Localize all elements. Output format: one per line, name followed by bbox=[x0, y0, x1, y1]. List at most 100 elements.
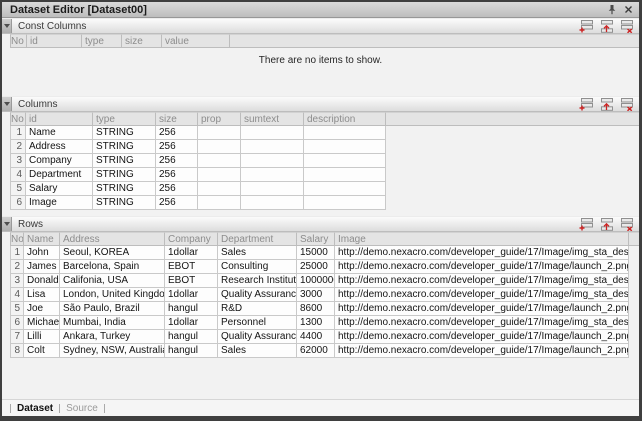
cell[interactable]: Ankara, Turkey bbox=[60, 330, 165, 344]
cell[interactable]: 1 bbox=[10, 126, 26, 140]
cell[interactable]: http://demo.nexacro.com/developer_guide/… bbox=[335, 344, 629, 358]
cell[interactable]: John bbox=[24, 246, 60, 260]
cell[interactable]: 256 bbox=[156, 126, 198, 140]
cell[interactable]: São Paulo, Brazil bbox=[60, 302, 165, 316]
cell[interactable] bbox=[304, 154, 386, 168]
column-header-size[interactable]: size bbox=[156, 112, 198, 126]
cell[interactable]: STRING bbox=[93, 168, 156, 182]
table-row[interactable]: 1NameSTRING256 bbox=[10, 126, 639, 140]
cell[interactable] bbox=[198, 182, 241, 196]
column-header-address[interactable]: Address bbox=[60, 232, 165, 246]
table-row[interactable]: 5SalarySTRING256 bbox=[10, 182, 639, 196]
cell[interactable]: http://demo.nexacro.com/developer_guide/… bbox=[335, 302, 629, 316]
cell[interactable]: EBOT bbox=[165, 274, 218, 288]
column-header-no[interactable]: No bbox=[10, 112, 26, 126]
table-row[interactable]: 7LilliAnkara, TurkeyhangulQuality Assura… bbox=[10, 330, 639, 344]
table-row[interactable]: 4LisaLondon, United Kingdom1dollarQualit… bbox=[10, 288, 639, 302]
cell[interactable] bbox=[241, 196, 304, 210]
cell[interactable] bbox=[241, 140, 304, 154]
cell[interactable]: 3 bbox=[10, 154, 26, 168]
column-header-image[interactable]: Image bbox=[335, 232, 629, 246]
cell[interactable]: Address bbox=[26, 140, 93, 154]
cell[interactable]: 25000 bbox=[297, 260, 335, 274]
cell[interactable]: 1 bbox=[10, 246, 24, 260]
add-row-icon[interactable] bbox=[578, 19, 593, 33]
cell[interactable]: Quality Assurance bbox=[218, 288, 297, 302]
cell[interactable]: 6 bbox=[10, 316, 24, 330]
cell[interactable]: Consulting bbox=[218, 260, 297, 274]
cell[interactable]: http://demo.nexacro.com/developer_guide/… bbox=[335, 260, 629, 274]
cell[interactable]: 5 bbox=[10, 302, 24, 316]
cell[interactable]: 6 bbox=[10, 196, 26, 210]
insert-row-icon[interactable] bbox=[598, 217, 613, 231]
table-row[interactable]: 3CompanySTRING256 bbox=[10, 154, 639, 168]
cell[interactable] bbox=[198, 168, 241, 182]
cell[interactable]: Company bbox=[26, 154, 93, 168]
cell[interactable]: Colt bbox=[24, 344, 60, 358]
cell[interactable]: Donald bbox=[24, 274, 60, 288]
tab-source[interactable]: Source bbox=[66, 403, 98, 414]
cell[interactable]: 3 bbox=[10, 274, 24, 288]
cell[interactable]: Sales bbox=[218, 246, 297, 260]
cell[interactable]: 7 bbox=[10, 330, 24, 344]
cell[interactable]: Quality Assurance bbox=[218, 330, 297, 344]
collapse-columns-button[interactable] bbox=[2, 97, 12, 111]
cell[interactable]: 5 bbox=[10, 182, 26, 196]
tab-dataset[interactable]: Dataset bbox=[17, 403, 53, 414]
cell[interactable] bbox=[198, 154, 241, 168]
cell[interactable]: Lilli bbox=[24, 330, 60, 344]
cell[interactable]: 256 bbox=[156, 182, 198, 196]
cell[interactable]: 256 bbox=[156, 140, 198, 154]
cell[interactable]: 1dollar bbox=[165, 246, 218, 260]
delete-row-icon[interactable] bbox=[618, 217, 633, 231]
cell[interactable]: 8600 bbox=[297, 302, 335, 316]
cell[interactable]: http://demo.nexacro.com/developer_guide/… bbox=[335, 274, 629, 288]
cell[interactable] bbox=[304, 126, 386, 140]
cell[interactable]: Joe bbox=[24, 302, 60, 316]
add-row-icon[interactable] bbox=[578, 217, 593, 231]
delete-row-icon[interactable] bbox=[618, 97, 633, 111]
table-row[interactable]: 8ColtSydney, NSW, AustraliahangulSales62… bbox=[10, 344, 639, 358]
cell[interactable]: Image bbox=[26, 196, 93, 210]
cell[interactable] bbox=[198, 196, 241, 210]
table-row[interactable]: 6MichaelMumbai, India1dollarPersonnel130… bbox=[10, 316, 639, 330]
table-row[interactable]: 6ImageSTRING256 bbox=[10, 196, 639, 210]
cell[interactable]: 1dollar bbox=[165, 316, 218, 330]
column-header-name[interactable]: Name bbox=[24, 232, 60, 246]
cell[interactable]: Lisa bbox=[24, 288, 60, 302]
cell[interactable] bbox=[304, 196, 386, 210]
cell[interactable] bbox=[304, 168, 386, 182]
cell[interactable]: hangul bbox=[165, 344, 218, 358]
cell[interactable]: R&D bbox=[218, 302, 297, 316]
cell[interactable]: hangul bbox=[165, 302, 218, 316]
cell[interactable]: Califonia, USA bbox=[60, 274, 165, 288]
cell[interactable]: Department bbox=[26, 168, 93, 182]
cell[interactable]: Sydney, NSW, Australia bbox=[60, 344, 165, 358]
cell[interactable]: Name bbox=[26, 126, 93, 140]
cell[interactable]: 2 bbox=[10, 140, 26, 154]
cell[interactable]: STRING bbox=[93, 154, 156, 168]
cell[interactable]: http://demo.nexacro.com/developer_guide/… bbox=[335, 246, 629, 260]
cell[interactable]: 1000000 bbox=[297, 274, 335, 288]
cell[interactable]: Barcelona, Spain bbox=[60, 260, 165, 274]
cell[interactable]: James bbox=[24, 260, 60, 274]
cell[interactable]: STRING bbox=[93, 140, 156, 154]
cell[interactable]: 256 bbox=[156, 154, 198, 168]
cell[interactable]: 1dollar bbox=[165, 288, 218, 302]
cell[interactable] bbox=[241, 154, 304, 168]
collapse-const-columns-button[interactable] bbox=[2, 19, 12, 33]
cell[interactable]: STRING bbox=[93, 126, 156, 140]
cell[interactable]: 62000 bbox=[297, 344, 335, 358]
cell[interactable]: Salary bbox=[26, 182, 93, 196]
column-header-type[interactable]: type bbox=[93, 112, 156, 126]
cell[interactable]: London, United Kingdom bbox=[60, 288, 165, 302]
insert-row-icon[interactable] bbox=[598, 97, 613, 111]
column-header-sumtext[interactable]: sumtext bbox=[241, 112, 304, 126]
cell[interactable]: EBOT bbox=[165, 260, 218, 274]
table-row[interactable]: 2AddressSTRING256 bbox=[10, 140, 639, 154]
cell[interactable] bbox=[304, 140, 386, 154]
column-header-prop[interactable]: prop bbox=[198, 112, 241, 126]
collapse-rows-button[interactable] bbox=[2, 217, 12, 231]
column-header-value[interactable]: value bbox=[162, 34, 230, 48]
cell[interactable]: 256 bbox=[156, 196, 198, 210]
